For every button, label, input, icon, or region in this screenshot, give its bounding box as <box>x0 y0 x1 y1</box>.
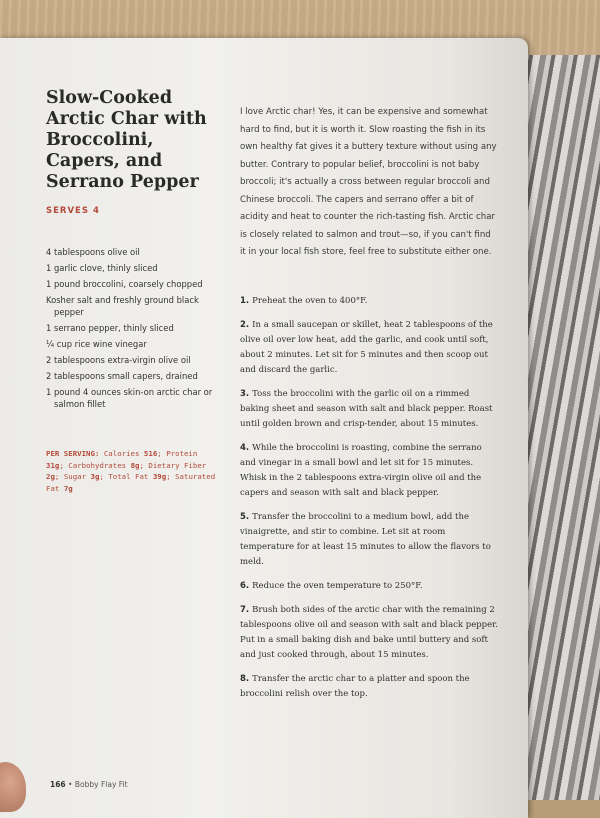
protein-value: 31g <box>46 460 60 470</box>
fat-value: 39g <box>152 472 167 481</box>
step-item: 5. Transfer the broccolini to a medium bo… <box>240 510 498 570</box>
ingredient-list: 4 tablespoons olive oil 1 garlic clove, … <box>46 246 216 414</box>
page-number: 166 <box>50 780 66 789</box>
step-text: Toss the broccolini with the garlic oil … <box>240 389 493 429</box>
ingredient-item: 1 pound 4 ounces skin-on arctic char or … <box>46 387 213 409</box>
step-text: Transfer the arctic char to a platter an… <box>240 674 470 699</box>
fiber-label: Dietary Fiber <box>148 460 207 470</box>
ingredient-item: 4 tablespoons olive oil <box>46 247 140 257</box>
step-number: 8. <box>240 674 250 684</box>
step-number: 1. <box>240 296 250 306</box>
fat-label: Total Fat <box>108 472 149 481</box>
protein-label: Protein <box>166 449 198 458</box>
step-text: Reduce the oven temperature to 250°F. <box>252 581 423 591</box>
calories-value: 516 <box>143 449 158 458</box>
nutrition-info: PER SERVING: Calories 516; Protein 31g; … <box>46 449 216 493</box>
step-number: 7. <box>240 605 250 615</box>
step-number: 5. <box>240 512 250 522</box>
recipe-title: Slow-Cooked Arctic Char with Broccolini,… <box>46 88 207 192</box>
step-text: Preheat the oven to 400°F. <box>252 296 368 306</box>
carbs-label: Carbohydrates <box>68 460 127 470</box>
step-item: 1. Preheat the oven to 400°F. <box>240 294 498 309</box>
book-title: Bobby Flay Fit <box>74 780 128 789</box>
step-item: 4. While the broccolini is roasting, comb… <box>240 441 498 501</box>
step-text: While the broccolini is roasting, combin… <box>240 443 482 498</box>
footer-separator: • <box>68 780 73 789</box>
step-number: 6. <box>240 581 250 591</box>
step-text: Transfer the broccolini to a medium bowl… <box>240 512 491 567</box>
ingredient-item: 1 garlic clove, thinly sliced <box>46 263 158 273</box>
step-number: 4. <box>240 443 250 453</box>
satfat-value: 7g <box>63 483 73 493</box>
step-text: Brush both sides of the arctic char with… <box>240 605 498 660</box>
instruction-steps: 1. Preheat the oven to 400°F. 2. In a smal… <box>240 294 498 711</box>
step-item: 8. Transfer the arctic char to a platter … <box>240 672 498 702</box>
ingredient-item: 2 tablespoons extra-virgin olive oil <box>46 355 191 365</box>
carbs-value: 8g <box>130 460 140 470</box>
step-item: 6. Reduce the oven temperature to 250°F. <box>240 579 498 594</box>
step-item: 3. Toss the broccolini with the garlic oi… <box>240 387 498 432</box>
step-number: 3. <box>240 389 250 399</box>
page-footer: 166 • Bobby Flay Fit <box>50 780 128 789</box>
step-item: 2. In a small saucepan or skillet, heat 2… <box>240 318 498 378</box>
step-item: 7. Brush both sides of the arctic char wi… <box>240 603 498 663</box>
nutrition-heading: PER SERVING: <box>46 449 100 458</box>
step-text: In a small saucepan or skillet, heat 2 t… <box>240 320 493 375</box>
ingredient-item: Kosher salt and freshly ground black pep… <box>46 295 199 317</box>
ingredient-item: 1 serrano pepper, thinly sliced <box>46 323 174 333</box>
sugar-label: Sugar <box>63 472 87 481</box>
facing-page-photo <box>518 55 600 800</box>
calories-label: Calories <box>103 449 140 458</box>
fiber-value: 2g <box>46 472 55 481</box>
recipe-intro: I love Arctic char! Yes, it can be expen… <box>240 107 497 257</box>
step-number: 2. <box>240 320 250 330</box>
ingredient-item: 1 pound broccolini, coarsely chopped <box>46 279 203 289</box>
ingredient-item: ¼ cup rice wine vinegar <box>46 339 147 349</box>
sugar-value: 3g <box>90 472 100 481</box>
serves-label: SERVES 4 <box>46 206 100 216</box>
ingredient-item: 2 tablespoons small capers, drained <box>46 371 198 381</box>
